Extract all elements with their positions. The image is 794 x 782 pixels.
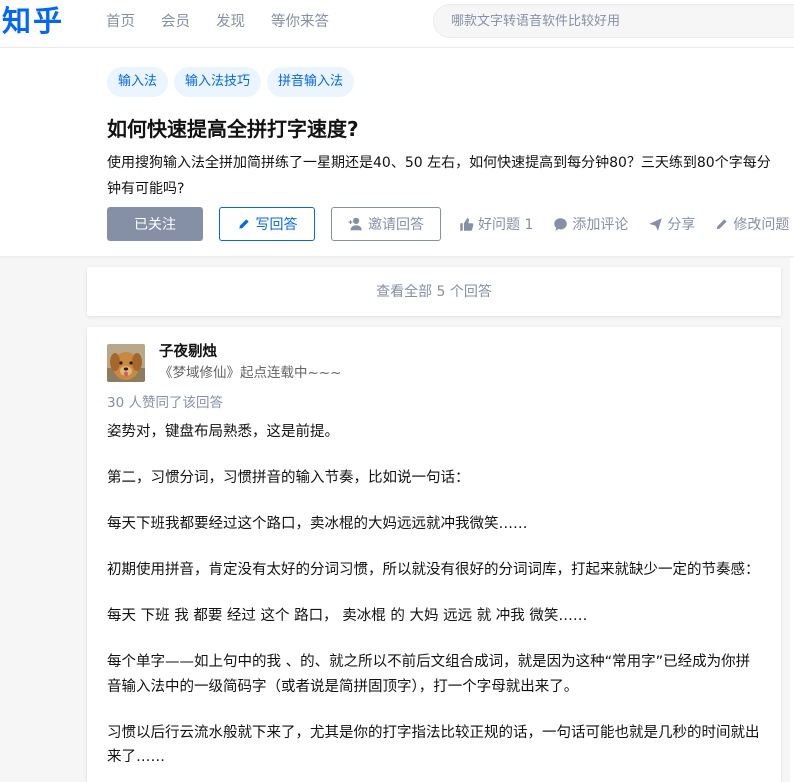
zhihu-logo[interactable]: 知乎 [2, 2, 64, 40]
share-icon [649, 217, 663, 231]
right-column-edge [790, 258, 794, 782]
good-question-label: 好问题 1 [478, 217, 534, 233]
answer-paragraph: 第二，习惯分词，习惯拼音的输入节奏，比如说一句话： [107, 470, 470, 486]
invite-user-icon [348, 217, 362, 231]
author-avatar[interactable] [107, 344, 145, 382]
thumb-up-icon [460, 217, 474, 231]
nav-membership[interactable]: 会员 [161, 12, 190, 32]
answer-paragraph: 初期使用拼音，肯定没有太好的分词习惯，所以就没有很好的分词词库，打起来就缺少一定… [107, 562, 760, 578]
answer-content: 姿势对，键盘布局熟悉，这是前提。 第二，习惯分词，习惯拼音的输入节奏，比如说一句… [107, 420, 763, 782]
nav-discover[interactable]: 发现 [216, 12, 245, 32]
author-bio: 《梦域修仙》起点连载中~~~ [159, 365, 342, 381]
comment-icon [554, 217, 568, 231]
question-title[interactable]: 如何快速提高全拼打字速度? [107, 114, 359, 144]
author-name[interactable]: 子夜剔烛 [159, 342, 217, 362]
answer-paragraph: 习惯以后行云流水般就下来了，尤其是你的打字指法比较正规的话，一句话可能也就是几秒… [107, 724, 760, 766]
nav-home[interactable]: 首页 [106, 12, 135, 32]
invite-answer-button[interactable]: 邀请回答 [331, 207, 441, 241]
main-nav: 首页 会员 发现 等你来答 [106, 12, 355, 32]
question-actions: 已关注 写回答 邀请回答 好问题 1 添加评论 分享 修改问题 [107, 207, 794, 241]
write-answer-label: 写回答 [255, 217, 298, 233]
answer-card: 子夜剔烛 《梦域修仙》起点连载中~~~ 30 人赞同了该回答 姿势对，键盘布局熟… [87, 327, 781, 782]
write-answer-button[interactable]: 写回答 [219, 207, 315, 241]
question-header: 输入法 输入法技巧 拼音输入法 如何快速提高全拼打字速度? 使用搜狗输入法全拼加… [0, 48, 794, 256]
dog-avatar [107, 344, 145, 382]
add-comment-label: 添加评论 [572, 217, 629, 233]
good-question-button[interactable]: 好问题 1 [459, 214, 533, 234]
edit-question-label: 修改问题 [733, 217, 790, 233]
view-all-answers-link[interactable]: 查看全部 5 个回答 [87, 267, 781, 316]
share-label: 分享 [667, 217, 696, 233]
topic-tags: 输入法 输入法技巧 拼音输入法 [107, 67, 360, 97]
share-button[interactable]: 分享 [648, 214, 695, 234]
followed-label: 已关注 [134, 217, 176, 233]
edit-question-button[interactable]: 修改问题 [715, 214, 789, 234]
add-comment-button[interactable]: 添加评论 [553, 214, 628, 234]
followed-button[interactable]: 已关注 [107, 207, 203, 241]
question-description: 使用搜狗输入法全拼加简拼练了一星期还是40、50 左右，如何快速提高到每分钟80… [107, 155, 771, 197]
search-input[interactable] [434, 5, 794, 37]
nav-waiting-answers[interactable]: 等你来答 [271, 12, 329, 32]
upvote-count: 30 人赞同了该回答 [107, 395, 223, 411]
invite-answer-label: 邀请回答 [368, 217, 424, 233]
pencil-icon [238, 219, 249, 229]
topic-tag-input-tips[interactable]: 输入法技巧 [174, 67, 262, 97]
answer-paragraph: 每天 下班 我 都要 经过 这个 路口， 卖冰棍 的 大妈 远远 就 冲我 微笑… [107, 608, 588, 624]
answer-paragraph: 每天下班我都要经过这个路口，卖冰棍的大妈远远就冲我微笑…… [107, 516, 528, 532]
edit-pencil-icon [717, 219, 728, 230]
top-navigation-bar: 知乎 首页 会员 发现 等你来答 [0, 0, 794, 48]
search-box[interactable] [433, 4, 794, 38]
topic-tag-input-method[interactable]: 输入法 [107, 67, 169, 97]
answer-paragraph: 每个单字——如上句中的我 、的、就之所以不前后文组合成词，就是因为这种“常用字”… [107, 654, 751, 695]
topic-tag-pinyin-input[interactable]: 拼音输入法 [267, 67, 355, 97]
answer-paragraph: 姿势对，键盘布局熟悉，这是前提。 [107, 424, 339, 440]
